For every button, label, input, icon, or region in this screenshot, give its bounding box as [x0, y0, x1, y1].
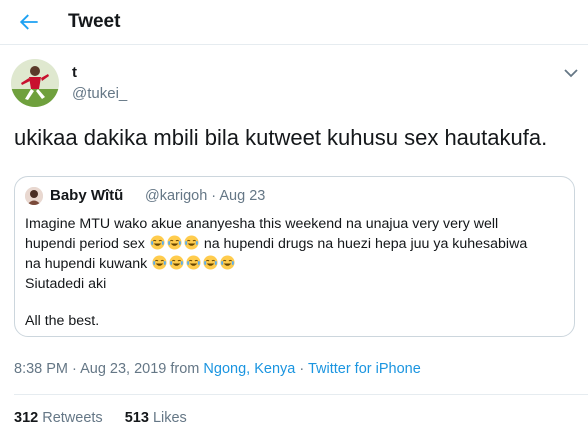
retweets-stat[interactable]: 312 Retweets: [14, 410, 103, 426]
likes-stat[interactable]: 513 Likes: [125, 410, 187, 426]
quoted-author-name: Baby Wîtũ: [50, 187, 124, 204]
quoted-author-avatar: [25, 187, 43, 205]
tweet-stats: 312 Retweets 513 Likes: [14, 410, 205, 426]
joy-emoji-icon: [167, 235, 182, 250]
tweet-meta: 8:38 PM · Aug 23, 2019 from Ngong, Kenya…: [14, 361, 421, 377]
quoted-text-segment: na hupendi kuwank: [25, 256, 148, 272]
stats-divider: [14, 394, 588, 395]
quoted-tweet-card[interactable]: Baby Wîtũ @karigoh · Aug 23 Imagine MTU …: [14, 176, 575, 337]
retweets-count: 312: [14, 410, 39, 426]
quoted-line: Siutadedi aki: [25, 276, 107, 292]
quoted-line: hupendi period sex na hupendi drugs na h…: [25, 234, 565, 254]
joy-emoji-icon: [169, 255, 184, 270]
quoted-line: na hupendi kuwank: [25, 254, 565, 274]
quoted-line: Imagine MTU wako akue ananyesha this wee…: [25, 216, 499, 232]
back-arrow-icon[interactable]: [16, 9, 42, 35]
retweets-label: Retweets: [42, 410, 103, 426]
page-title: Tweet: [68, 11, 121, 32]
meta-separator: ·: [295, 361, 308, 377]
location-link[interactable]: Ngong, Kenya: [203, 361, 295, 377]
quoted-text-segment: hupendi period sex: [25, 236, 145, 252]
joy-emoji-icon: [150, 235, 165, 250]
author-avatar[interactable]: [11, 59, 59, 107]
author-name[interactable]: t: [72, 64, 77, 81]
tweet-timestamp[interactable]: 8:38 PM · Aug 23, 2019 from: [14, 361, 203, 377]
source-link[interactable]: Twitter for iPhone: [308, 361, 421, 377]
likes-label: Likes: [152, 410, 187, 426]
header-bar: Tweet: [0, 0, 588, 44]
quoted-line: All the best.: [25, 313, 100, 329]
tweet-text: ukikaa dakika mbili bila kutweet kuhusu …: [14, 125, 548, 150]
joy-emoji-icon: [186, 255, 201, 270]
joy-emoji-icon: [152, 255, 167, 270]
likes-count: 513: [124, 410, 149, 426]
joy-emoji-icon: [184, 235, 199, 250]
joy-emoji-icon: [203, 255, 218, 270]
quoted-author-handle-date: @karigoh · Aug 23: [145, 188, 266, 204]
quoted-tweet-text: Imagine MTU wako akue ananyesha this wee…: [25, 214, 565, 331]
joy-emoji-icon: [220, 255, 235, 270]
quoted-text-segment: na hupendi drugs na huezi hepa juu ya ku…: [203, 236, 528, 252]
author-handle[interactable]: @tukei_: [72, 85, 127, 102]
chevron-down-icon[interactable]: [563, 66, 579, 78]
header-divider: [0, 44, 588, 45]
